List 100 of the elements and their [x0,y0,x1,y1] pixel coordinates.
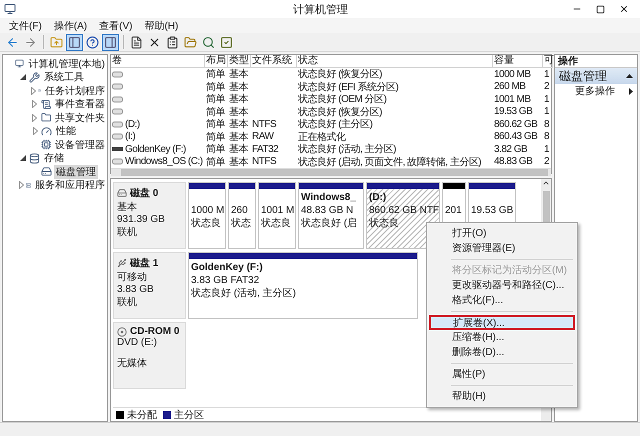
tree-item[interactable]: 计算机管理(本地) [26,56,107,71]
tree-item[interactable]: 服务和应用程序 [33,178,107,192]
log-icon [40,98,51,110]
partition-name: Windows8_ [301,192,357,205]
collapsed-icon[interactable] [32,127,38,136]
collapsed-icon[interactable] [32,100,38,108]
disk-detail: 联机 [117,296,138,309]
partition-detail: 状态良好 (活动, 主分区) [191,286,297,300]
action-link[interactable]: 更多操作 [575,84,615,98]
table-cell: 8 [544,131,550,142]
disk-info-panel[interactable]: 磁盘 1 可移动 3.83 GB 联机 [113,252,186,319]
column-header[interactable]: 卷 [111,55,205,68]
app-icon [4,3,16,15]
column-header[interactable]: 状态 [297,55,493,68]
toolbar-button[interactable] [84,34,101,50]
maximize-icon [596,4,605,14]
partition-name: GoldenKey (F:) [191,262,264,275]
menu-item[interactable]: 帮助(H) [139,18,184,33]
disk-info-panel[interactable]: 磁盘 0 基本 931.39 GB 联机 [113,182,186,249]
column-header[interactable]: 容量 [493,55,543,68]
scroll-up-icon[interactable] [542,179,550,187]
back-icon [6,36,19,48]
menu-item[interactable]: 格式化(F)... [429,293,575,308]
action-section[interactable]: 磁盘管理 [555,68,637,84]
menu-item[interactable]: 文件(F) [4,18,47,33]
partition[interactable]: 1000 M 状态良 [188,182,226,249]
table-cell: 2 [544,156,550,168]
column-header[interactable]: 文件系统 [251,55,297,68]
usb-icon [117,258,127,268]
chip-icon [40,139,51,150]
table-cell-text: 正在格式化 [298,130,346,144]
partition[interactable]: 260 状态 [228,182,256,249]
close-icon [148,36,161,48]
table-cell-text: 简单 [206,156,225,169]
table-cell: NTFS [252,118,276,130]
table-cell-text: 基本 [229,130,248,144]
tree-item[interactable]: 系统工具 [42,70,86,84]
table-cell-text: 基本 [229,80,248,94]
menu-item[interactable]: 操作(A) [48,18,92,33]
column-header[interactable]: 类型 [228,55,251,68]
tree-item[interactable]: 存储 [42,151,66,166]
table-cell: 1 [544,68,550,80]
scrollbar-thumb[interactable] [121,169,548,176]
hard-drive-icon [117,188,127,198]
expanded-icon[interactable] [20,74,26,80]
partition-detail: 860.62 GB NTF [369,205,437,216]
table-cell: Windows8_OS (C:) [125,156,203,168]
menu-item[interactable]: 查看(V) [94,18,138,33]
partition[interactable]: 1001 M 状态良 [258,182,296,249]
menu-item[interactable]: 压缩卷(H)... [429,330,575,345]
table-cell: 19.53 GB [494,106,532,118]
submenu-arrow-icon [629,88,633,94]
partition[interactable]: (D:) 860.62 GB NTF 状态良 [366,182,440,249]
menu-item[interactable]: 帮助(H) [429,389,575,404]
disk-name: 磁盘 0 [130,186,158,200]
table-cell: 1 [544,144,550,155]
partition-detail: 状态良好 (启 [301,216,358,230]
partition[interactable]: GoldenKey (F:) 3.83 GB FAT32 状态良好 (活动, 主分区) [188,252,418,319]
disk-name: CD-ROM 0 [130,326,180,337]
menu-item[interactable]: 删除卷(D)... [429,345,575,360]
partition-detail: 260 [231,205,249,216]
window-title: 计算机管理 [292,2,349,16]
table-cell-text: 简单 [206,142,225,156]
collapse-icon[interactable] [626,74,633,78]
partition-name: (D:) [369,192,388,205]
tree-item[interactable]: 事件查看器 [53,97,107,112]
menu-item[interactable]: 扩展卷(X)... [429,315,575,330]
tree-item[interactable]: 设备管理器 [53,138,107,152]
collapsed-icon[interactable] [32,114,38,122]
menu-item[interactable]: 属性(P) [429,367,575,382]
tree-item[interactable]: 磁盘管理 [54,164,98,179]
table-cell: 860.62 GB [494,118,538,130]
toolbar-button[interactable] [102,34,119,50]
table-cell-text: 状态良好 (恢复分区) [298,68,382,82]
table-cell: RAW [252,131,274,142]
tree-item[interactable]: 任务计划程序 [43,84,107,98]
disk-detail: 无媒体 [117,357,148,370]
table-cell: 1 [544,94,550,105]
toolbar-button[interactable] [66,34,83,50]
table-cell-text: 基本 [229,156,248,169]
tree-item[interactable]: 性能 [54,124,78,138]
table-cell: 1 [544,106,550,118]
expanded-icon[interactable] [20,155,26,162]
legend-label: 未分配 [127,408,157,422]
tree-item[interactable]: 共享文件夹 [53,110,107,125]
table-cell-text: 基本 [229,106,248,118]
close-icon [619,4,629,14]
disk-detail: 3.83 GB [117,284,155,295]
folder-up-icon [50,36,63,48]
disk-info-panel[interactable]: CD-ROM 0 DVD (E:) 无媒体 [113,322,186,389]
collapsed-icon[interactable] [31,86,36,95]
partition[interactable]: Windows8_ 48.83 GB N 状态良好 (启 [298,182,364,249]
column-header[interactable]: 布局 [205,55,228,68]
disk-detail: 931.39 GB [117,214,166,225]
table-cell-text: 基本 [229,92,248,106]
table-cell-text: 状态良好 (主分区) [298,118,372,132]
column-header[interactable]: 可 [543,55,553,68]
collapsed-icon[interactable] [19,181,24,190]
menu-item[interactable]: 更改驱动器号和路径(C)... [429,278,575,293]
legend-label: 主分区 [174,408,204,422]
